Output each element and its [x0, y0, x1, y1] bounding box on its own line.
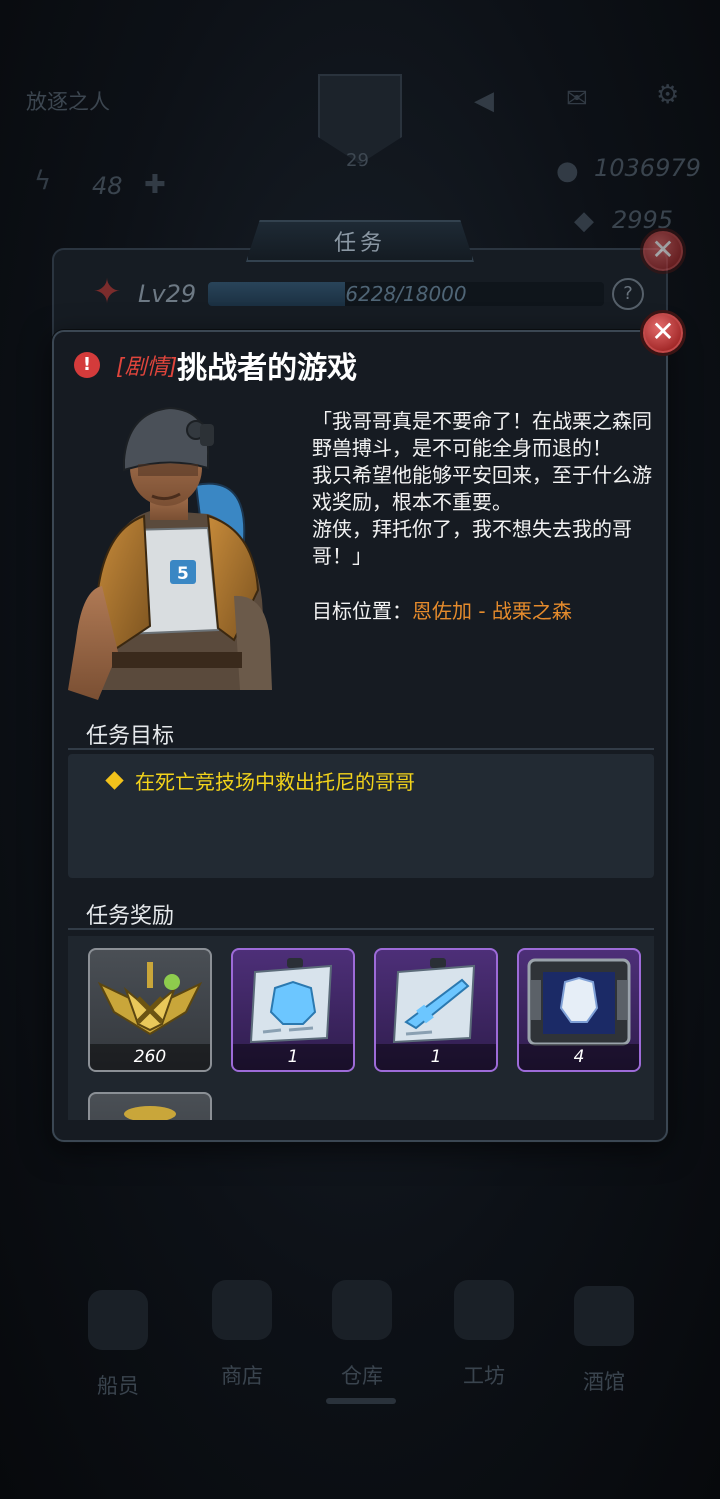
gem-icon: ◆: [574, 206, 594, 236]
nav-warehouse-label: 仓库: [341, 1364, 383, 1388]
reward-item-rank-points[interactable]: 260: [88, 948, 212, 1072]
nav-workshop-label: 工坊: [463, 1364, 505, 1388]
settings-gear-icon: ⚙: [656, 80, 680, 110]
svg-text:5: 5: [177, 564, 189, 584]
armor-blueprint-icon: [249, 958, 333, 1044]
reward-item-next[interactable]: [88, 1092, 212, 1120]
quest-detail-dialog: ! [剧情] 挑战者的游戏 5 「我哥哥真是不要命了！在战栗之森同野兽搏斗，是不…: [52, 330, 668, 1142]
quest-header: ! [剧情] 挑战者的游戏: [74, 344, 357, 386]
mission-tab[interactable]: 任务: [246, 220, 474, 262]
help-button[interactable]: ?: [612, 278, 644, 310]
target-location: 目标位置：恩佐加 - 战栗之森: [312, 598, 572, 625]
objective-divider: [68, 748, 654, 750]
nav-shop[interactable]: 商店: [192, 1280, 292, 1390]
sound-icon: ◀: [474, 86, 494, 116]
close-icon: ✕: [651, 315, 675, 348]
npc-portrait: 5: [68, 406, 272, 700]
exclamation-icon: !: [74, 352, 100, 378]
reward-count: 1: [233, 1044, 353, 1070]
energy-value: 48: [92, 172, 123, 200]
target-location-value[interactable]: 恩佐加 - 战栗之森: [412, 599, 572, 623]
rank-emblem-icon: [97, 962, 203, 1036]
bottom-navigation: 船员 商店 仓库 工坊 酒馆: [0, 1260, 720, 1410]
nav-warehouse[interactable]: 仓库: [312, 1280, 412, 1390]
target-location-label: 目标位置：: [312, 599, 412, 623]
close-mission-panel-button[interactable]: ✕: [640, 228, 686, 274]
rank-emblem-icon: ✦: [92, 272, 122, 312]
reward-item-armor-crate[interactable]: 4: [517, 948, 641, 1072]
objective-heading: 任务目标: [86, 724, 175, 749]
player-name: 放逐之人: [26, 90, 110, 114]
nav-tavern-label: 酒馆: [583, 1370, 625, 1394]
gold-coins-icon: ●: [556, 156, 579, 186]
diamond-bullet-icon: [105, 771, 124, 790]
nav-tavern[interactable]: 酒馆: [554, 1286, 654, 1396]
objective-box: 在死亡竞技场中救出托尼的哥哥: [68, 754, 654, 878]
reward-item-armor-blueprint[interactable]: 1: [231, 948, 355, 1072]
nav-shop-label: 商店: [221, 1364, 263, 1388]
mission-level: Lv29: [138, 280, 197, 308]
objective-text: 在死亡竞技场中救出托尼的哥哥: [135, 770, 415, 794]
tavern-icon: [574, 1286, 634, 1346]
workshop-icon: [454, 1280, 514, 1340]
reward-count: 4: [519, 1044, 639, 1070]
npc-dialogue: 「我哥哥真是不要命了！在战栗之森同野兽搏斗，是不可能全身而退的！ 我只希望他能够…: [312, 409, 652, 568]
quest-type-tag: [剧情]: [116, 355, 178, 380]
add-energy-icon: ✚: [144, 170, 166, 200]
quest-title: 挑战者的游戏: [177, 351, 358, 386]
close-quest-dialog-button[interactable]: ✕: [640, 310, 686, 356]
warehouse-icon: [332, 1280, 392, 1340]
close-icon: ✕: [651, 233, 675, 266]
reward-count: 1: [376, 1044, 496, 1070]
reward-box: 260 1 1 4: [68, 936, 654, 1120]
xp-progress-text: 6228/18000: [345, 282, 467, 306]
mail-icon: ✉: [566, 84, 588, 114]
reward-count: 260: [90, 1044, 210, 1070]
armor-crate-icon: [527, 958, 631, 1046]
shop-icon: [212, 1280, 272, 1340]
nav-crew[interactable]: 船员: [68, 1290, 168, 1400]
nav-workshop[interactable]: 工坊: [434, 1280, 534, 1390]
lightning-icon: ϟ: [34, 166, 52, 196]
gold-coin-icon: [124, 1106, 176, 1120]
reward-item-weapon-blueprint[interactable]: 1: [374, 948, 498, 1072]
crew-icon: [88, 1290, 148, 1350]
nav-active-indicator: [326, 1398, 396, 1404]
gold-value: 1036979: [594, 154, 701, 182]
player-level-number: 29: [346, 150, 369, 171]
objective-item: 在死亡竞技场中救出托尼的哥哥: [105, 766, 415, 795]
weapon-blueprint-icon: [392, 958, 476, 1044]
nav-crew-label: 船员: [97, 1374, 139, 1398]
reward-divider: [68, 928, 654, 930]
reward-heading: 任务奖励: [86, 904, 175, 929]
